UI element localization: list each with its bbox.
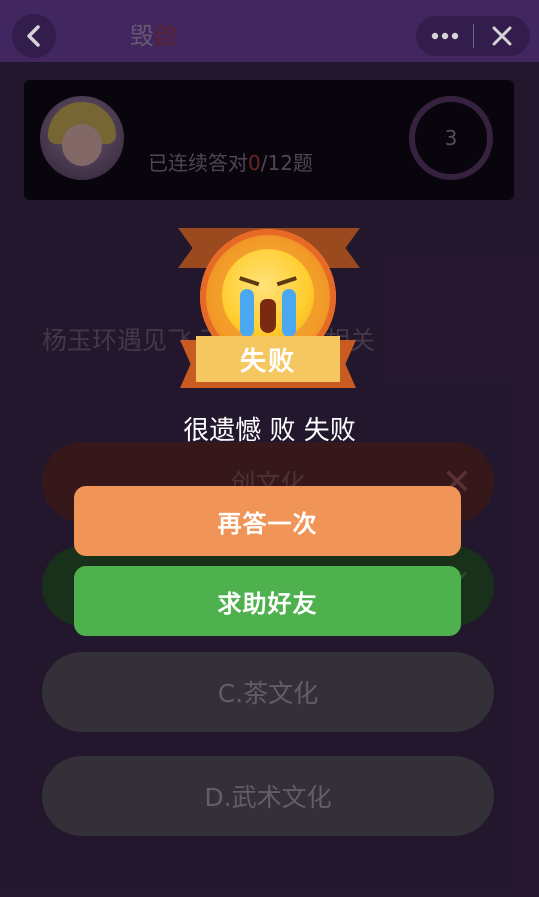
crying-face-icon [222,249,314,341]
fail-banner: 失败 [196,336,340,382]
quiz-page: 毁啟 已连续答对0/12题 3 杨玉环遇见飞 下哪种文化相关 创文化 ✕ ✓ C… [0,0,539,897]
fail-message: 很遗憾 败 失败 [183,416,356,446]
modal-overlay [0,0,539,897]
ask-friend-button[interactable]: 求助好友 [74,566,461,636]
retry-button[interactable]: 再答一次 [74,486,461,556]
